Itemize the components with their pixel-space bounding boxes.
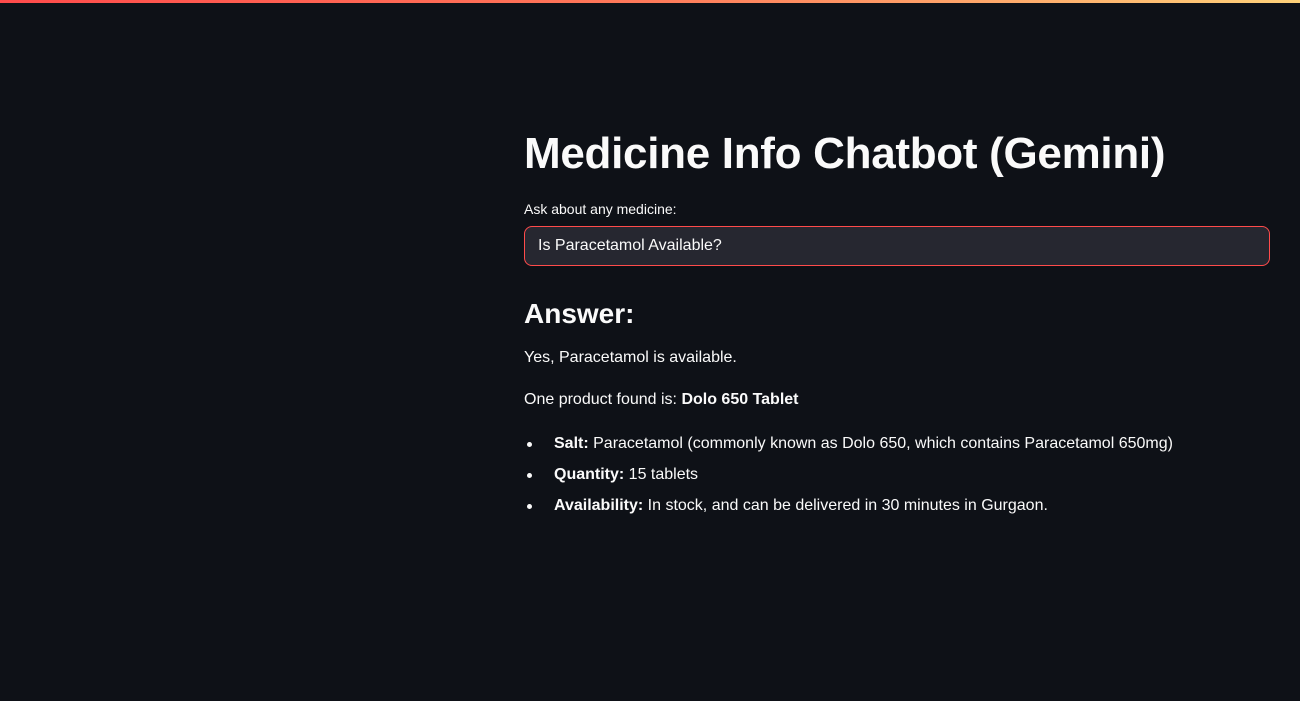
- page-title: Medicine Info Chatbot (Gemini): [524, 129, 1166, 178]
- detail-item-availability: Availability: In stock, and can be deliv…: [524, 494, 1270, 518]
- answer-heading: Answer:: [524, 298, 635, 329]
- product-name: Dolo 650 Tablet: [681, 391, 799, 408]
- product-details-list: Salt: Paracetamol (commonly known as Dol…: [524, 432, 1270, 518]
- product-found-prefix: One product found is:: [524, 391, 682, 408]
- query-input-label: Ask about any medicine:: [524, 201, 677, 217]
- query-input[interactable]: [538, 237, 1256, 255]
- detail-label: Quantity:: [554, 466, 625, 483]
- top-decoration-bar: [0, 0, 1300, 3]
- detail-value: 15 tablets: [624, 466, 699, 483]
- query-input-container[interactable]: [524, 226, 1270, 266]
- answer-text-availability: Yes, Paracetamol is available.: [524, 349, 737, 366]
- detail-value: Paracetamol (commonly known as Dolo 650,…: [588, 435, 1173, 452]
- main-content: Medicine Info Chatbot (Gemini) Ask about…: [524, 126, 1270, 525]
- detail-value: In stock, and can be delivered in 30 min…: [643, 497, 1048, 514]
- detail-item-quantity: Quantity: 15 tablets: [524, 463, 1270, 487]
- detail-label: Salt:: [554, 435, 589, 452]
- detail-item-salt: Salt: Paracetamol (commonly known as Dol…: [524, 432, 1270, 456]
- answer-text-product: One product found is: Dolo 650 Tablet: [524, 388, 1270, 412]
- detail-label: Availability:: [554, 497, 644, 514]
